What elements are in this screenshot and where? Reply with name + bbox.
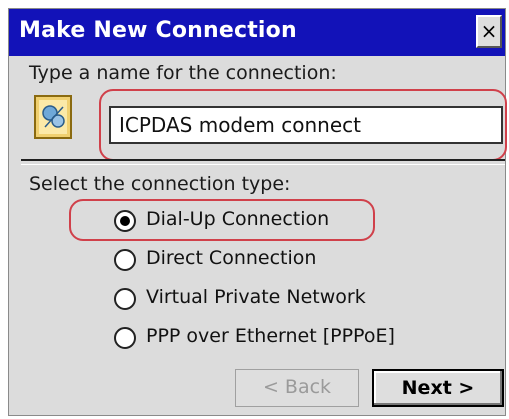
make-new-connection-dialog: Make New Connection × Type a name for th… <box>8 8 507 416</box>
radio-button[interactable] <box>114 327 136 349</box>
type-prompt-label: Select the connection type: <box>29 173 291 195</box>
separator <box>21 159 505 165</box>
network-connection-icon <box>34 95 72 139</box>
radio-button[interactable] <box>114 249 136 271</box>
radio-label: Dial-Up Connection <box>146 208 330 230</box>
radio-label: Direct Connection <box>146 247 317 269</box>
next-button[interactable]: Next > <box>372 369 504 407</box>
title-bar: Make New Connection × <box>9 9 505 56</box>
radio-button[interactable] <box>114 288 136 310</box>
radio-label: Virtual Private Network <box>146 286 366 308</box>
back-button[interactable]: < Back <box>235 369 359 407</box>
connection-name-input[interactable] <box>109 106 503 144</box>
dialog-title: Make New Connection <box>19 18 297 43</box>
radio-label: PPP over Ethernet [PPPoE] <box>146 325 395 347</box>
name-prompt-label: Type a name for the connection: <box>29 62 337 84</box>
radio-button-selected[interactable] <box>114 210 136 232</box>
close-button[interactable]: × <box>476 15 502 48</box>
close-icon: × <box>480 19 498 43</box>
